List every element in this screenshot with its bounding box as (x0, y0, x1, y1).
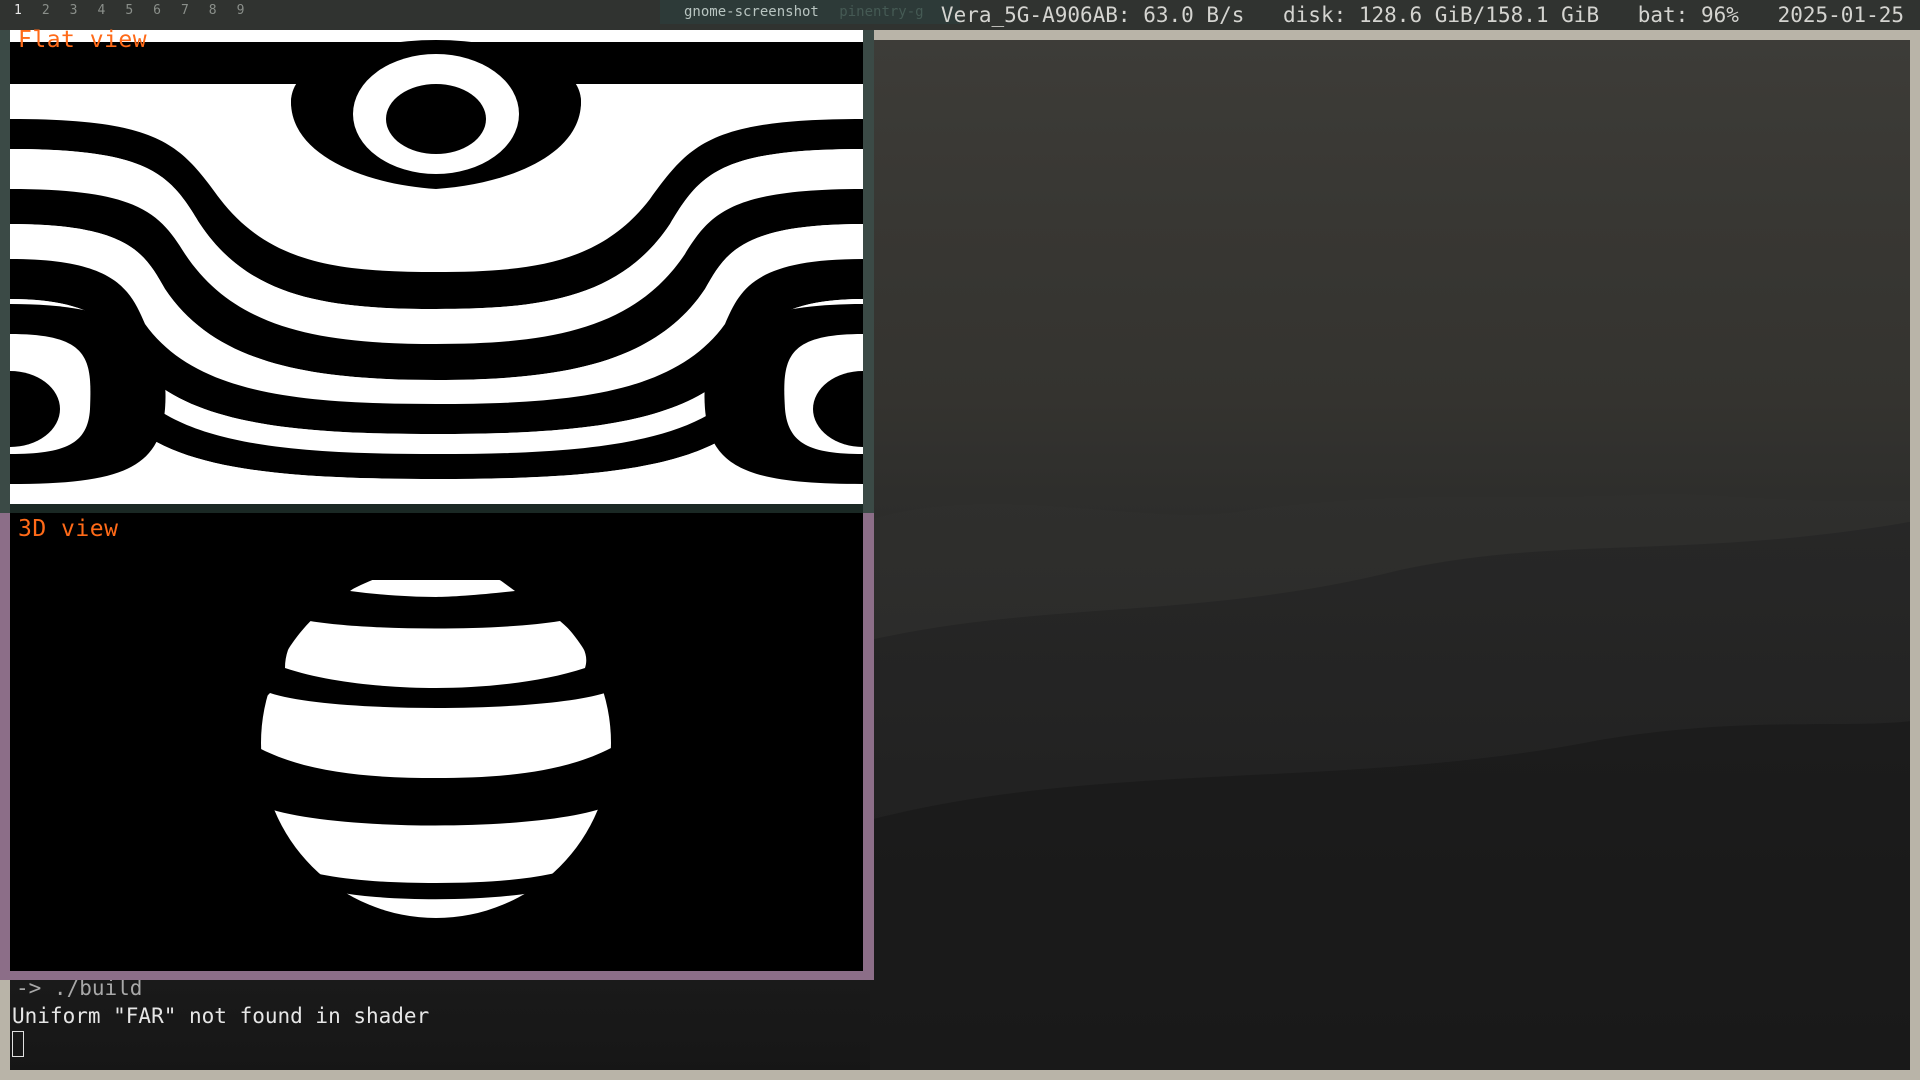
terminal-window[interactable]: -> ./build Uniform "FAR" not found in sh… (0, 970, 900, 1070)
flat-view-stripes (10, 24, 863, 504)
app-window[interactable]: Flat view 3D view (0, 14, 874, 980)
workspace-3[interactable]: 3 (60, 0, 88, 30)
workspace-8[interactable]: 8 (199, 0, 227, 30)
workspace-1[interactable]: 1 (4, 0, 32, 30)
workspace-5[interactable]: 5 (115, 0, 143, 30)
status-bar: 1 2 3 4 5 6 7 8 9 gnome-screenshot pinen… (0, 0, 1920, 30)
workspace-switcher[interactable]: 1 2 3 4 5 6 7 8 9 (4, 0, 254, 30)
workspace-9[interactable]: 9 (227, 0, 255, 30)
battery-status: bat: 96% (1637, 3, 1739, 27)
flat-view-label: Flat view (18, 27, 148, 53)
workspace-6[interactable]: 6 (143, 0, 171, 30)
date-status: 2025-01-25 (1777, 3, 1904, 27)
terminal-cursor (12, 1031, 24, 1057)
striped-sphere (10, 513, 863, 971)
network-status: Vera_5G-A906AB: 63.0 B/s (940, 3, 1245, 27)
window-title-active[interactable]: gnome-screenshot (684, 4, 819, 20)
view3d-pane[interactable]: 3D view (10, 513, 863, 971)
disk-status: disk: 128.6 GiB/158.1 GiB (1283, 3, 1600, 27)
pane-separator (10, 504, 863, 513)
status-readouts: Vera_5G-A906AB: 63.0 B/s disk: 128.6 GiB… (915, 0, 1904, 30)
view3d-label: 3D view (18, 516, 119, 542)
window-title-next[interactable]: pinentry-g (839, 4, 923, 20)
flat-view-pane[interactable]: Flat view (10, 24, 863, 504)
workspace-7[interactable]: 7 (171, 0, 199, 30)
workspace-4[interactable]: 4 (87, 0, 115, 30)
terminal-output: Uniform "FAR" not found in shader (12, 1004, 430, 1028)
workspace-2[interactable]: 2 (32, 0, 60, 30)
